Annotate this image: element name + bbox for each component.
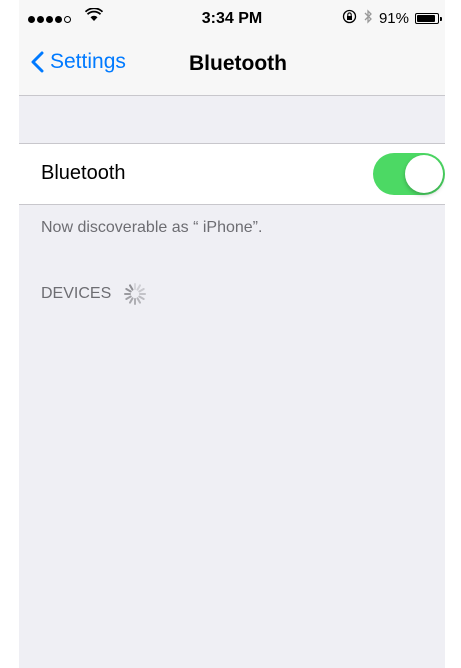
- bluetooth-status-icon: [363, 9, 373, 28]
- spinner-tick: [129, 297, 134, 304]
- navigation-bar: Settings Bluetooth: [19, 40, 445, 96]
- spinner-tick: [125, 288, 132, 293]
- back-button-label: Settings: [50, 50, 126, 73]
- bluetooth-row-label: Bluetooth: [41, 162, 126, 184]
- phone-screen: 3:34 PM 91% Settings Bluetooth Bluetooth…: [19, 0, 445, 668]
- spinner-tick: [136, 284, 142, 291]
- loading-spinner-icon: [124, 283, 147, 305]
- devices-header-label: DEVICES: [41, 285, 112, 302]
- status-right: 91%: [342, 9, 442, 28]
- battery-fill: [417, 15, 436, 22]
- page-title: Bluetooth: [189, 52, 287, 75]
- devices-section-header: DEVICES: [41, 282, 147, 306]
- spinner-tick: [136, 297, 142, 304]
- bluetooth-row: Bluetooth: [19, 143, 445, 205]
- bluetooth-toggle[interactable]: [373, 153, 445, 195]
- back-button[interactable]: Settings: [31, 50, 126, 74]
- toggle-knob: [405, 155, 443, 193]
- battery-percent: 91%: [378, 10, 409, 27]
- discoverable-note: Now discoverable as “ iPhone”.: [41, 219, 263, 236]
- chevron-left-icon: [31, 51, 44, 73]
- rotation-lock-icon: [342, 9, 357, 28]
- spinner-tick: [129, 284, 134, 291]
- spinner-tick: [125, 295, 132, 300]
- spinner-tick: [138, 288, 145, 293]
- battery-icon: [415, 13, 442, 24]
- spinner-tick: [138, 295, 145, 300]
- status-bar: 3:34 PM 91%: [19, 0, 445, 40]
